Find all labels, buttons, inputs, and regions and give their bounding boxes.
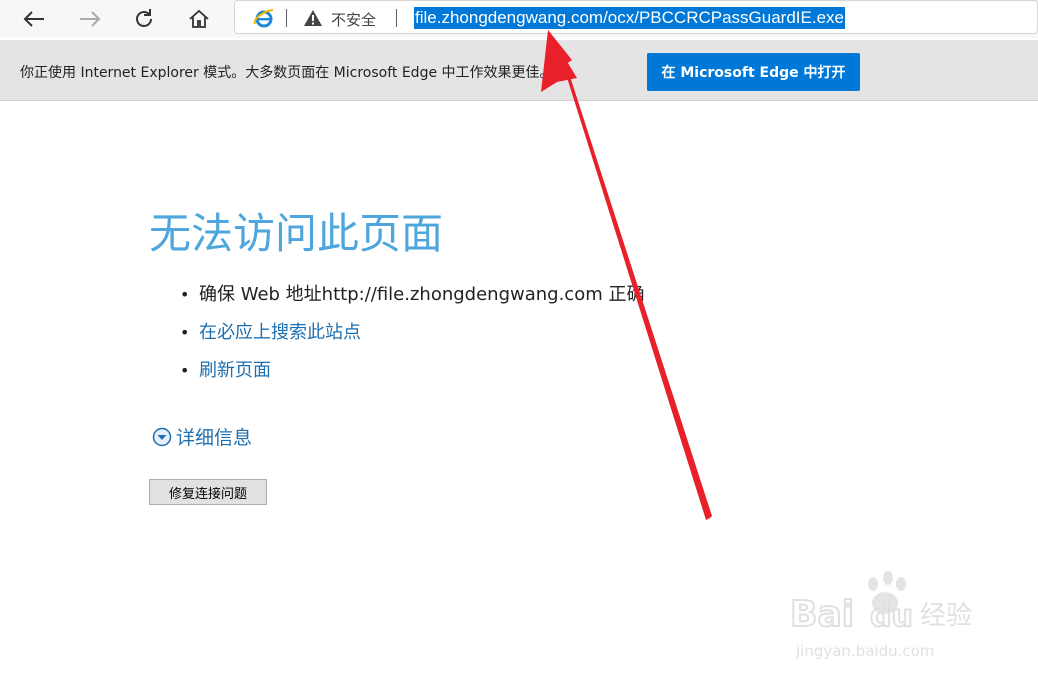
list-item: 在必应上搜索此站点 (180, 320, 644, 358)
details-label: 详细信息 (176, 427, 253, 449)
address-divider (286, 9, 287, 27)
chevron-down-icon (152, 427, 172, 446)
list-item: 刷新页面 (180, 358, 644, 396)
home-button[interactable] (182, 2, 216, 36)
address-divider (396, 9, 397, 27)
back-button[interactable] (17, 2, 51, 36)
page-title: 无法访问此页面 (149, 209, 444, 258)
warning-icon[interactable] (303, 9, 323, 27)
internet-explorer-icon (253, 9, 274, 28)
ie-mode-infobar: 你正使用 Internet Explorer 模式。大多数页面在 Microso… (0, 40, 1038, 101)
browser-toolbar: 不安全 file.zhongdengwang.com/ocx/PBCCRCPas… (0, 0, 1038, 38)
refresh-icon (136, 9, 152, 27)
svg-text:经验: 经验 (920, 601, 972, 631)
ie-mode-message: 你正使用 Internet Explorer 模式。大多数页面在 Microso… (20, 65, 554, 81)
details-toggle[interactable]: 详细信息 (152, 423, 252, 450)
arrow-right-icon (80, 11, 101, 27)
forward-button[interactable] (73, 2, 107, 36)
suggestion-list: 确保 Web 地址http://file.zhongdengwang.com 正… (180, 282, 644, 396)
security-status-label[interactable]: 不安全 (331, 9, 376, 30)
refresh-button[interactable] (127, 2, 161, 36)
svg-text:du: du (870, 599, 913, 634)
open-in-edge-button[interactable]: 在 Microsoft Edge 中打开 (647, 53, 860, 91)
address-bar[interactable]: 不安全 file.zhongdengwang.com/ocx/PBCCRCPas… (234, 0, 1038, 34)
refresh-page-link[interactable]: 刷新页面 (199, 360, 271, 381)
fix-connection-button[interactable]: 修复连接问题 (149, 479, 267, 505)
svg-text:Bai: Bai (790, 594, 854, 635)
baidu-watermark-logo: Bai du 经验 jingyan.baidu.com (789, 571, 972, 660)
list-item: 确保 Web 地址http://file.zhongdengwang.com 正… (180, 282, 644, 320)
svg-text:jingyan.baidu.com: jingyan.baidu.com (795, 642, 934, 660)
check-url-suggestion: 确保 Web 地址http://file.zhongdengwang.com 正… (199, 284, 645, 305)
home-icon (189, 9, 209, 28)
arrow-left-icon (23, 11, 44, 27)
url-input[interactable]: file.zhongdengwang.com/ocx/PBCCRCPassGua… (414, 7, 845, 29)
search-bing-link[interactable]: 在必应上搜索此站点 (199, 322, 361, 343)
